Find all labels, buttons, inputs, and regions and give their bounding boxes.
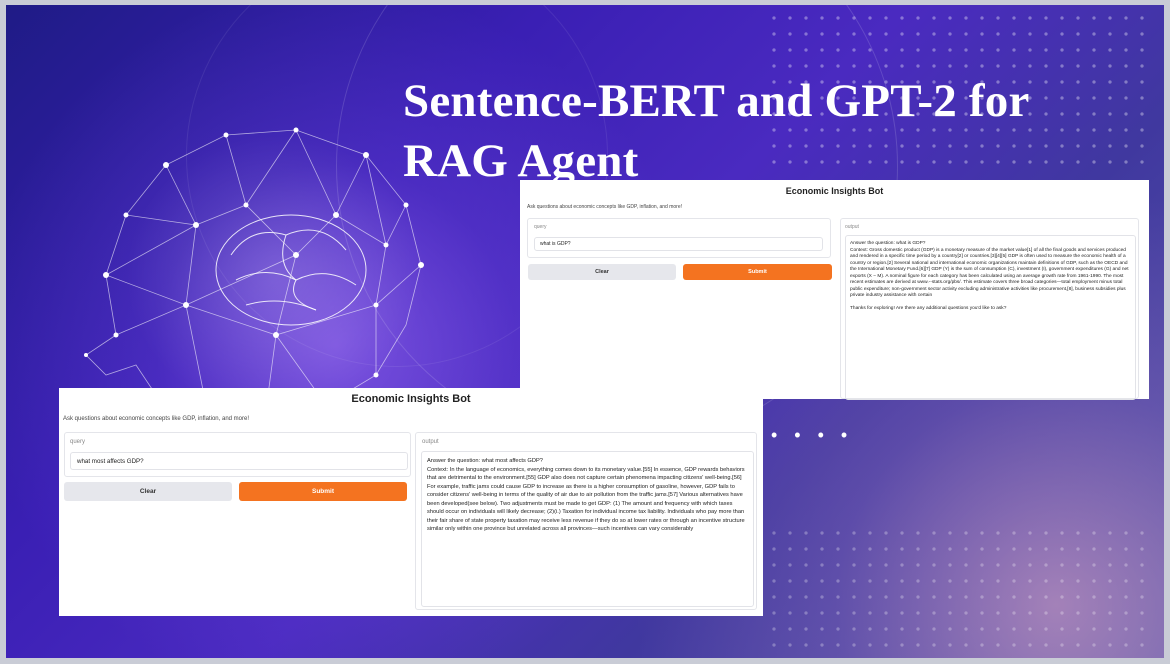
query-label: query	[534, 224, 547, 230]
slide-title: Sentence-BERT and GPT-2 for RAG Agent	[403, 75, 1030, 187]
app-subtitle: Ask questions about economic concepts li…	[63, 416, 249, 422]
clear-button[interactable]: Clear	[64, 482, 232, 501]
submit-button[interactable]: Submit	[239, 482, 407, 501]
ai-brain-head-illustration	[84, 127, 426, 415]
query-input[interactable]: what most affects GDP?	[70, 452, 408, 470]
submit-button[interactable]: Submit	[683, 264, 832, 280]
query-label: query	[70, 439, 86, 445]
query-input[interactable]: what is GDP?	[534, 237, 823, 251]
app-subtitle: Ask questions about economic concepts li…	[527, 204, 682, 210]
decorative-dot-grid	[766, 525, 1156, 655]
output-label: output	[845, 224, 859, 230]
output-panel: output Answer the question: what is GDP?…	[840, 218, 1139, 400]
output-textbox[interactable]: Answer the question: what is GDP? Contex…	[845, 235, 1136, 400]
query-panel: query what is GDP?	[527, 218, 831, 258]
output-text: Answer the question: what most affects G…	[427, 458, 745, 532]
app-screenshot-top: Economic Insights Bot Ask questions abou…	[520, 180, 1149, 400]
app-title: Economic Insights Bot	[351, 393, 471, 405]
ellipsis-dots: • • • •	[771, 425, 854, 445]
output-text: Answer the question: what is GDP? Contex…	[850, 241, 1129, 311]
query-panel: query what most affects GDP?	[64, 432, 411, 477]
app-screenshot-bottom: Economic Insights Bot Ask questions abou…	[59, 388, 763, 616]
output-label: output	[422, 439, 439, 445]
output-panel: output Answer the question: what most af…	[415, 432, 757, 610]
app-title: Economic Insights Bot	[785, 186, 884, 196]
output-textbox[interactable]: Answer the question: what most affects G…	[421, 451, 754, 607]
clear-button[interactable]: Clear	[528, 264, 676, 280]
